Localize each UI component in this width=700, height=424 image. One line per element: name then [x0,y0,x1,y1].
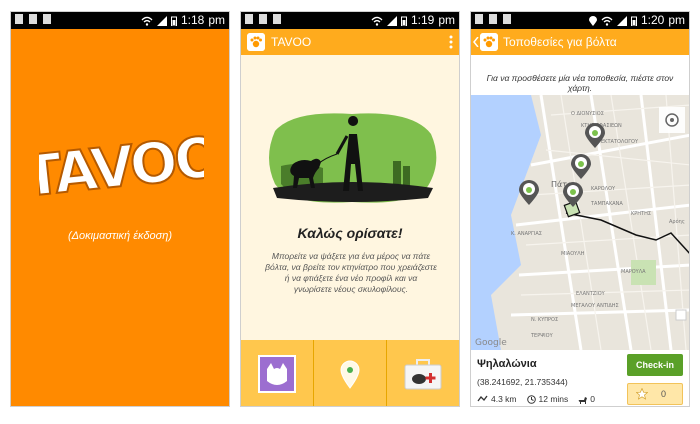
status-ampm: pm [438,13,455,27]
dog-profile-icon [258,355,296,393]
status-time: 1:19 [410,13,435,27]
dog-walker-illustration [269,113,437,203]
status-bar: 1:20 pm [471,12,689,29]
action-bar: Τοποθεσίες για βόλτα [471,29,689,55]
battery-icon [630,16,637,26]
map-label: Αρόης [669,218,685,225]
dogs-count: 0 [590,394,596,404]
map-canvas[interactable]: Ο ΔΙΟΝΥΣΙΟΣ ΚΤΗΣ ΣΦΑΣΙΕΩΝ ΕΚΤΑΤΟΛΟΓΟΥ Πά… [471,95,689,350]
android-icon [273,14,281,24]
map-label: ΜΙΑΟΥΛΗ [561,251,585,257]
map-label: ΜΕΓΑΛΟΥ ΑΝΤΙΔΗΣ [571,303,619,309]
notification-icon [475,14,483,24]
distance-value: 4.3 km [491,394,517,404]
gps-icon [588,15,597,26]
welcome-screen: 1:19 pm TAVOO Καλώς ορίσατε! Μπορείτε να… [240,11,460,407]
status-time: 1:18 [180,13,205,27]
route-icon [477,395,488,402]
clock-icon [526,394,536,404]
star-icon [636,388,648,400]
overflow-menu-icon[interactable] [449,35,453,49]
splash-background: TAVOO (Δοκιμαστική έκδοση) [11,29,229,406]
welcome-content: Καλώς ορίσατε! Μπορείτε να ψάξετε για έν… [241,55,459,340]
status-bar: 1:19 pm [241,12,459,29]
back-chevron-icon[interactable] [473,37,479,47]
map-layers-icon[interactable] [675,309,687,321]
location-coords: (38.241692, 21.735344) [477,377,568,387]
action-bar: TAVOO [241,29,459,55]
time-value: 12 mins [538,394,569,404]
usb-icon [259,14,267,24]
splash-screen: 1:18 pm TAVOO (Δοκιμαστική έκδοση) [10,11,230,407]
vet-button[interactable] [386,340,459,406]
screen-title: Τοποθεσίες για βόλτα [503,35,617,49]
android-icon [503,14,511,24]
map-label: ΕΛΑΝΤΖΙΟΥ [576,291,606,297]
tavoo-logo: TAVOO [39,124,204,204]
map-label: Ν. ΚΥΠΡΟΣ [531,317,558,323]
paw-app-icon[interactable] [480,33,498,51]
splash-subtitle: (Δοκιμαστική έκδοση) [67,230,173,242]
location-stats: 4.3 km 12 mins 0 [477,394,595,404]
google-logo: Google [475,338,507,348]
notification-icon [15,14,23,24]
map-label: ΚΑΡΟΛΟΥ [591,186,616,192]
profile-button[interactable] [241,340,313,406]
map-label: Κ. ΑΝΑΡΓΙΑΣ [511,231,542,237]
add-location-hint: Για να προσθέσετε μία νέα τοποθεσία, πιέ… [471,55,689,95]
notification-icon [245,14,253,24]
map-label: ΜΑΡΟΥΛΑ [621,269,646,275]
usb-icon [29,14,37,24]
signal-icon [616,15,627,26]
bottom-nav [241,340,459,406]
location-info-panel: Ψηλαλώνια (38.241692, 21.735344) 4.3 km … [471,350,689,406]
locations-button[interactable] [313,340,386,406]
rating-badge[interactable]: 0 [627,383,683,405]
signal-icon [386,15,397,26]
wifi-icon [371,16,383,26]
rating-value: 0 [660,389,666,399]
checkin-button[interactable]: Check-in [627,354,683,376]
my-location-button[interactable] [659,107,685,133]
signal-icon [156,15,167,26]
wifi-icon [601,16,613,26]
map-label: ΚΡΗΤΗΣ [631,211,651,217]
usb-icon [489,14,497,24]
svg-text:TAVOO: TAVOO [39,125,204,204]
app-title: TAVOO [271,35,312,49]
status-bar: 1:18 pm [11,12,229,29]
paw-app-icon[interactable] [247,33,265,51]
dog-icon [578,396,588,404]
battery-icon [400,16,407,26]
location-pin-icon [340,360,360,389]
welcome-title: Καλώς ορίσατε! [297,225,403,241]
status-time: 1:20 [640,13,665,27]
battery-icon [170,16,177,26]
location-name: Ψηλαλώνια [477,358,537,370]
android-icon [43,14,51,24]
welcome-description: Μπορείτε να ψάξετε για ένα μέρος να πάτε… [265,251,437,294]
map-label: ΤΕΡΨΙΟΥ [530,333,554,339]
wifi-icon [141,16,153,26]
map-view[interactable]: Ο ΔΙΟΝΥΣΙΟΣ ΚΤΗΣ ΣΦΑΣΙΕΩΝ ΕΚΤΑΤΟΛΟΓΟΥ Πά… [471,95,689,350]
status-ampm: pm [668,13,685,27]
map-label: Ο ΔΙΟΝΥΣΙΟΣ [571,111,604,117]
map-label: ΕΚΤΑΤΟΛΟΓΟΥ [601,139,639,145]
map-label: ΤΑΜΠΑΚΑΝΑ [590,201,623,207]
locations-screen: 1:20 pm Τοποθεσίες για βόλτα Για να προσ… [470,11,690,407]
vet-kit-icon [404,359,442,390]
status-ampm: pm [208,13,225,27]
